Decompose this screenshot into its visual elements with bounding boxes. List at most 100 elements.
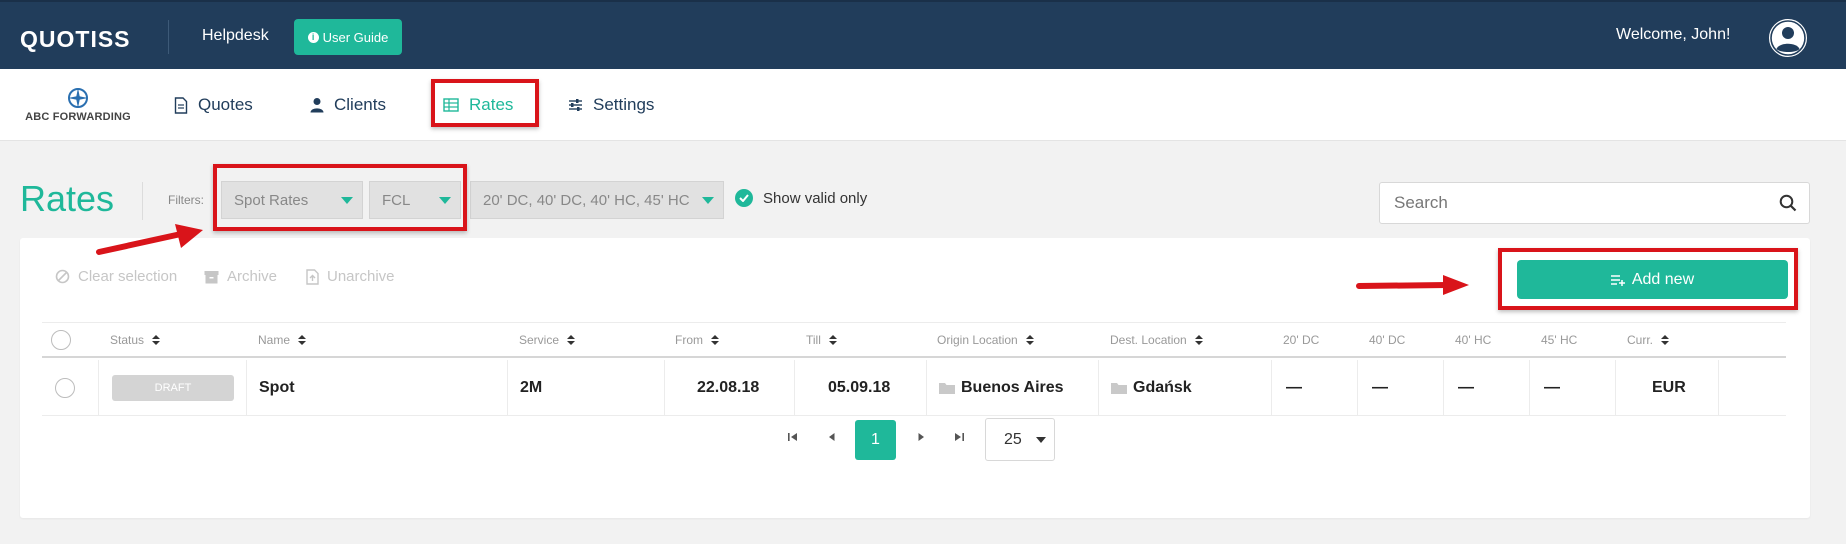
- nav-clients[interactable]: Clients: [310, 95, 386, 115]
- helpdesk-link[interactable]: Helpdesk: [202, 27, 269, 45]
- company-name: ABC FORWARDING: [25, 111, 131, 123]
- cell-divider: [664, 360, 665, 416]
- nav-clients-label: Clients: [334, 95, 386, 114]
- last-page-icon[interactable]: [952, 430, 966, 444]
- status-badge: DRAFT: [112, 375, 234, 401]
- column-origin[interactable]: Origin Location: [937, 333, 1034, 347]
- select-all-radio[interactable]: [51, 330, 71, 350]
- column-till-label: Till: [806, 333, 821, 347]
- archive-icon: [204, 270, 219, 283]
- ban-icon: [55, 269, 70, 284]
- column-status-label: Status: [110, 333, 145, 347]
- document-icon: [174, 96, 188, 114]
- origin-value: Buenos Aires: [961, 379, 1064, 396]
- column-name[interactable]: Name: [258, 333, 307, 347]
- check-circle-icon: [735, 189, 753, 207]
- row-select-radio[interactable]: [55, 378, 75, 398]
- next-page-icon[interactable]: [914, 430, 928, 444]
- page-button-current[interactable]: 1: [855, 420, 896, 460]
- page-title: Rates: [20, 178, 115, 219]
- container-filter[interactable]: 20' DC, 40' DC, 40' HC, 45' HC: [470, 181, 724, 219]
- search-icon[interactable]: [1779, 194, 1797, 212]
- topbar-divider: [168, 20, 169, 54]
- sort-icon: [1025, 334, 1034, 346]
- cell-divider: [1098, 360, 1099, 416]
- cell-40dc: —: [1372, 379, 1388, 396]
- column-origin-label: Origin Location: [937, 333, 1018, 347]
- page-size-select[interactable]: 25: [985, 418, 1055, 461]
- cell-45hc: —: [1544, 379, 1560, 396]
- column-40hc-label: 40' HC: [1455, 333, 1492, 347]
- sort-icon: [1661, 334, 1670, 346]
- cell-till: 05.09.18: [828, 379, 891, 396]
- cell-divider: [1271, 360, 1272, 416]
- sort-icon: [711, 334, 719, 346]
- container-value: 20' DC, 40' DC, 40' HC, 45' HC: [483, 191, 690, 209]
- cell-divider: [926, 360, 927, 416]
- column-40hc: 40' HC: [1455, 333, 1491, 347]
- clear-selection-button[interactable]: Clear selection: [55, 268, 177, 285]
- column-status[interactable]: Status: [110, 333, 161, 347]
- column-currency-label: Curr.: [1627, 333, 1654, 347]
- user-avatar-icon[interactable]: [1768, 18, 1808, 58]
- archive-label: Archive: [227, 268, 278, 285]
- cell-name: Spot: [259, 379, 295, 396]
- column-till[interactable]: Till: [806, 333, 837, 347]
- compass-logo-icon: [68, 88, 88, 108]
- search-box: [1379, 182, 1810, 224]
- cell-divider: [246, 360, 247, 416]
- nav-settings-label: Settings: [593, 95, 655, 114]
- search-input[interactable]: [1380, 183, 1760, 223]
- show-valid-only-label: Show valid only: [763, 189, 868, 207]
- cell-divider: [794, 360, 795, 416]
- top-bar: QUOTISS Helpdesk i User Guide Welcome, J…: [0, 0, 1846, 69]
- cell-currency: EUR: [1652, 379, 1686, 396]
- page-size-value: 25: [1004, 430, 1022, 448]
- main-nav: ABC FORWARDING Quotes Clients Rates Sett…: [0, 69, 1846, 141]
- cell-40hc: —: [1458, 379, 1474, 396]
- sort-icon: [828, 334, 837, 346]
- title-divider: [142, 182, 143, 220]
- filters-arrow-icon: [96, 224, 203, 255]
- cell-origin: Buenos Aires: [939, 379, 1064, 397]
- user-guide-label: User Guide: [322, 29, 389, 45]
- prev-page-icon[interactable]: [825, 430, 839, 444]
- folder-icon: [1111, 383, 1127, 394]
- nav-settings[interactable]: Settings: [568, 95, 654, 115]
- column-40dc: 40' DC: [1369, 333, 1405, 347]
- user-guide-button[interactable]: i User Guide: [294, 19, 402, 55]
- welcome-text: Welcome, John!: [1616, 26, 1731, 43]
- table-row[interactable]: DRAFT Spot 2M 22.08.18 05.09.18 Buenos A…: [42, 360, 1786, 416]
- table-header: Status Name Service From Till Origin Loc…: [42, 322, 1786, 358]
- show-valid-only-toggle[interactable]: Show valid only: [735, 189, 867, 207]
- column-dest[interactable]: Dest. Location: [1110, 333, 1203, 347]
- column-from[interactable]: From: [675, 333, 719, 347]
- rates-tab-highlight: [431, 79, 539, 127]
- column-45hc: 45' HC: [1541, 333, 1577, 347]
- clear-selection-label: Clear selection: [78, 268, 178, 285]
- unarchive-button[interactable]: Unarchive: [306, 268, 395, 285]
- cell-divider: [1357, 360, 1358, 416]
- chevron-down-icon: [1036, 437, 1046, 443]
- column-from-label: From: [675, 333, 703, 347]
- file-upload-icon: [306, 268, 319, 285]
- folder-icon: [939, 383, 955, 394]
- column-service-label: Service: [519, 333, 560, 347]
- column-45hc-label: 45' HC: [1541, 333, 1578, 347]
- nav-quotes[interactable]: Quotes: [174, 95, 253, 115]
- app-logo[interactable]: QUOTISS: [20, 26, 131, 53]
- first-page-icon[interactable]: [786, 430, 800, 444]
- info-icon: i: [307, 31, 319, 43]
- user-icon: [310, 98, 324, 113]
- cell-divider: [1718, 360, 1719, 416]
- cell-from: 22.08.18: [697, 379, 760, 396]
- chevron-down-icon: [702, 197, 714, 204]
- company-brand[interactable]: ABC FORWARDING: [20, 87, 136, 123]
- column-service[interactable]: Service: [519, 333, 576, 347]
- cell-dest: Gdańsk: [1111, 379, 1192, 397]
- archive-button[interactable]: Archive: [204, 268, 277, 285]
- column-currency[interactable]: Curr.: [1627, 333, 1670, 347]
- sort-icon: [1194, 334, 1203, 346]
- cell-divider: [507, 360, 508, 416]
- cell-20dc: —: [1286, 379, 1302, 396]
